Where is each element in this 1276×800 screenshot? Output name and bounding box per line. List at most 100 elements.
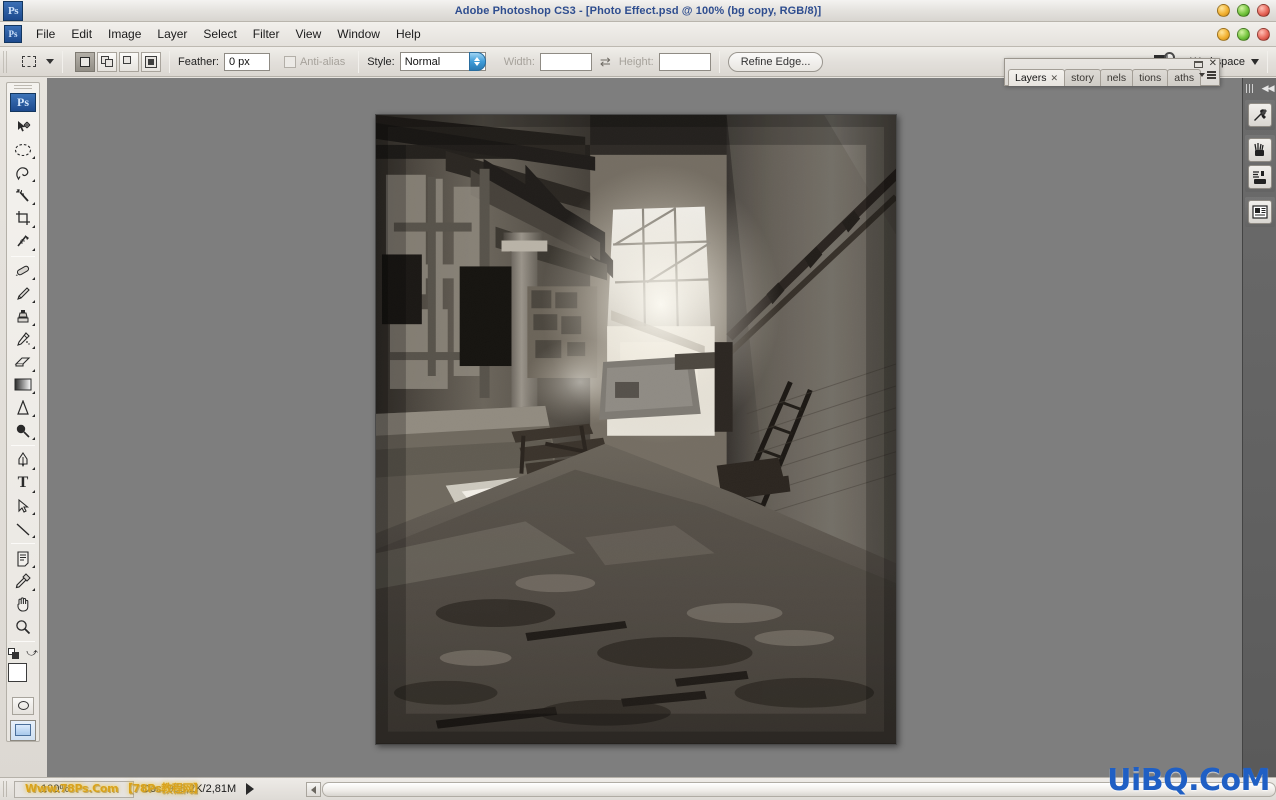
dock-group-brushes [1244,135,1275,192]
slice-tool[interactable] [9,230,37,253]
toolbox-grip[interactable] [14,85,32,91]
line-tool[interactable] [9,517,37,540]
clone-stamp-tool[interactable] [9,305,37,328]
divider [11,444,35,446]
tab-history[interactable]: story [1064,69,1101,86]
new-selection-button[interactable] [75,51,95,72]
menu-layer[interactable]: Layer [149,25,195,43]
layer-comps-icon[interactable] [1247,200,1272,224]
tab-layers-label: Layers [1015,72,1047,84]
crop-tool[interactable] [9,207,37,230]
brushes-icon[interactable] [1247,138,1272,162]
default-colors-icon[interactable] [8,647,19,660]
feather-label: Feather: [178,55,219,68]
menu-help[interactable]: Help [388,25,429,43]
menu-window[interactable]: Window [329,25,388,43]
height-input[interactable] [658,52,711,71]
maximize-button[interactable] [1237,4,1250,17]
menu-file[interactable]: File [28,25,63,43]
menu-view[interactable]: View [287,25,329,43]
menu-select[interactable]: Select [195,25,244,43]
eraser-tool[interactable] [9,351,37,374]
doc-maximize-button[interactable] [1237,27,1250,41]
rectangular-marquee-icon[interactable] [18,51,40,73]
tab-actions[interactable]: tions [1132,69,1169,86]
panel-menu-icon[interactable] [1199,71,1216,79]
menu-edit[interactable]: Edit [63,25,100,43]
watermark-corner-text: UiBQ.CoM [1107,763,1270,798]
tab-layers[interactable]: Layers ✕ [1008,69,1066,86]
collapse-to-icons-icon[interactable]: ◀◀ [1262,83,1275,94]
anti-alias-label: Anti-alias [299,55,346,68]
style-stepper-icon[interactable] [468,52,486,71]
tab-close-icon[interactable]: ✕ [1051,73,1059,84]
tab-paths[interactable]: aths [1167,69,1202,86]
screen-mode-icon[interactable] [10,719,36,741]
menu-image[interactable]: Image [100,25,149,43]
swap-dimensions-icon[interactable]: ⇄ [600,54,611,70]
notes-tool[interactable] [9,547,37,570]
feather-input[interactable] [223,52,270,71]
zoom-level-field[interactable]: 100% Www.78Ps.Com 【78Ps教程网】 [14,780,204,798]
hand-tool[interactable] [9,593,37,616]
dock-group-tools [1244,100,1275,130]
dodge-tool[interactable] [9,419,37,442]
color-swatches [8,663,38,694]
document-canvas-area[interactable] [47,78,1242,777]
refine-edge-button[interactable]: Refine Edge... [727,51,824,72]
clone-source-icon[interactable] [1247,165,1272,189]
dock-header: ◀◀ [1244,81,1276,95]
zoom-tool[interactable] [9,616,37,639]
minimize-button[interactable] [1217,4,1230,17]
doc-minimize-button[interactable] [1217,27,1230,41]
image-canvas[interactable] [375,114,897,745]
add-to-selection-button[interactable] [97,51,117,72]
subtract-from-selection-button[interactable] [119,51,139,72]
quick-mask-icon[interactable] [12,696,34,715]
type-tool[interactable]: T [9,472,37,495]
width-input[interactable] [539,52,592,71]
right-dock: ◀◀ [1242,78,1276,777]
history-brush-tool[interactable] [9,328,37,351]
style-select[interactable]: Normal [399,52,486,71]
elliptical-marquee-tool[interactable] [9,139,37,162]
type-glyph: T [17,474,29,492]
panel-minimize-icon[interactable] [1193,60,1203,68]
toolbox: Ps T ⤻ [6,82,40,742]
brush-tool[interactable] [9,282,37,305]
status-bar: 100% Www.78Ps.Com 【78Ps教程网】 Doc: 958,2K/… [0,777,1276,800]
scroll-left-button[interactable] [306,782,321,797]
foreground-color-swatch[interactable] [8,663,27,683]
lasso-tool[interactable] [9,161,37,184]
toolbox-logo: Ps [10,92,36,112]
magic-wand-tool[interactable] [9,184,37,207]
window-controls [1217,4,1270,17]
tool-presets-icon[interactable] [1247,103,1272,127]
blur-tool[interactable] [9,396,37,419]
divider [11,641,35,643]
dock-grip[interactable] [1245,83,1255,93]
healing-brush-tool[interactable] [9,260,37,283]
options-bar-grip[interactable] [3,50,8,73]
style-label: Style: [367,55,395,68]
anti-alias-checkbox[interactable] [283,55,296,68]
close-button[interactable] [1257,4,1270,17]
move-tool[interactable] [9,116,37,139]
panel-group[interactable]: ✕ Layers ✕ story nels tions aths [1004,58,1220,86]
chevron-down-icon[interactable] [46,59,54,64]
panel-close-icon[interactable]: ✕ [1209,59,1217,69]
divider [62,50,63,73]
pen-tool[interactable] [9,449,37,472]
doc-close-button[interactable] [1257,27,1270,41]
tab-channels-label: nels [1106,72,1127,84]
status-menu-arrow-icon[interactable] [246,783,255,795]
eyedropper-tool[interactable] [9,570,37,593]
tab-channels[interactable]: nels [1099,69,1134,86]
path-selection-tool[interactable] [9,495,37,518]
menu-filter[interactable]: Filter [245,25,288,43]
watermark-status-text: Www.78Ps.Com 【78Ps教程网】 [25,781,204,795]
gradient-tool[interactable] [9,374,37,397]
intersect-with-selection-button[interactable] [141,51,161,72]
swap-colors-icon[interactable]: ⤻ [26,647,38,660]
chevron-down-icon [1251,58,1259,65]
